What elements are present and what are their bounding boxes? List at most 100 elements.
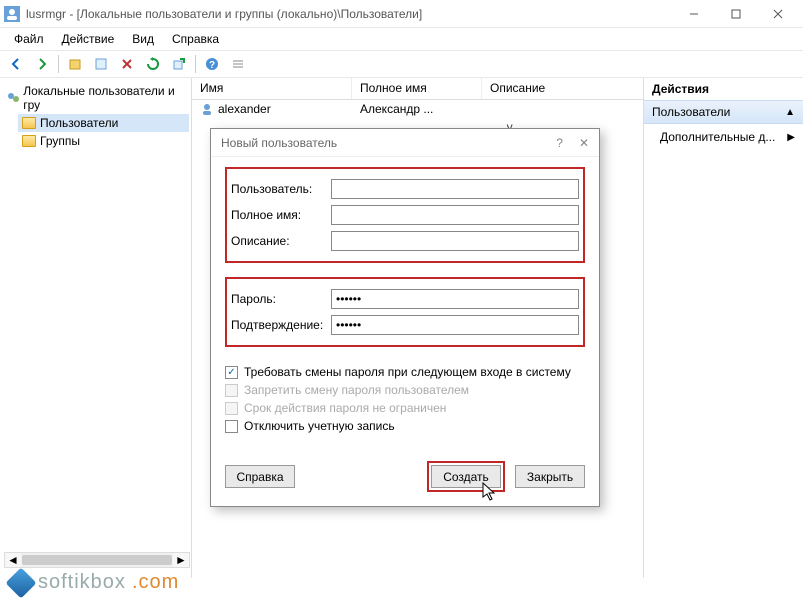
actions-section[interactable]: Пользователи ▲ [644, 100, 803, 124]
actions-more[interactable]: Дополнительные д... ▶ [644, 124, 803, 150]
menu-help[interactable]: Справка [164, 30, 227, 48]
menu-bar: Файл Действие Вид Справка [0, 28, 803, 50]
title-bar: lusrmgr - [Локальные пользователи и груп… [0, 0, 803, 28]
properties-button[interactable] [89, 52, 113, 76]
scroll-left-button[interactable]: ◄ [5, 553, 21, 567]
check-disable-account-label: Отключить учетную запись [244, 419, 395, 433]
properties-icon [94, 57, 108, 71]
col-name[interactable]: Имя [192, 78, 352, 99]
folder-icon [22, 135, 36, 147]
dialog-titlebar: Новый пользователь ? ✕ [211, 129, 599, 157]
back-icon [9, 57, 23, 71]
chevron-right-icon: ▶ [787, 132, 795, 143]
checkbox-icon [225, 402, 238, 415]
menu-action[interactable]: Действие [54, 30, 123, 48]
minimize-icon [689, 9, 699, 19]
name-fields-group: Пользователь: Полное имя: Описание: [225, 167, 585, 263]
close-button[interactable] [757, 1, 799, 27]
help-icon: ? [205, 57, 219, 71]
checkbox-icon [225, 384, 238, 397]
dialog-close-button[interactable]: ✕ [579, 136, 589, 150]
watermark-tld: .com [132, 571, 179, 594]
actions-pane: Действия Пользователи ▲ Дополнительные д… [643, 78, 803, 578]
users-groups-icon [6, 91, 19, 105]
col-description[interactable]: Описание [482, 78, 643, 99]
check-never-expires: Срок действия пароля не ограничен [225, 401, 585, 415]
dialog-help-button[interactable]: ? [556, 136, 563, 150]
list-icon [231, 57, 245, 71]
scroll-right-button[interactable]: ► [173, 553, 189, 567]
check-must-change-label: Требовать смены пароля при следующем вхо… [244, 365, 571, 379]
password-fields-group: Пароль: Подтверждение: [225, 277, 585, 347]
check-never-expires-label: Срок действия пароля не ограничен [244, 401, 446, 415]
tree-users[interactable]: Пользователи [18, 114, 189, 132]
help-button[interactable]: ? [200, 52, 224, 76]
horizontal-scrollbar[interactable]: ◄ ► [4, 552, 190, 568]
user-row[interactable]: alexander Александр ... [192, 100, 643, 118]
confirm-label: Подтверждение: [231, 318, 331, 332]
watermark-logo-icon [5, 567, 36, 598]
minimize-button[interactable] [673, 1, 715, 27]
user-icon [200, 102, 214, 116]
description-label: Описание: [231, 234, 331, 248]
check-disable-account[interactable]: Отключить учетную запись [225, 419, 585, 433]
confirm-input[interactable] [331, 315, 579, 335]
actions-section-label: Пользователи [652, 105, 730, 119]
dialog-body: Пользователь: Полное имя: Описание: Паро… [211, 157, 599, 451]
toolbar: ? [0, 50, 803, 78]
tree-root[interactable]: Локальные пользователи и гру [2, 82, 189, 114]
watermark: softikbox .com [10, 571, 179, 594]
password-label: Пароль: [231, 292, 331, 306]
checkbox-checked-icon: ✓ [225, 366, 238, 379]
new-button[interactable] [63, 52, 87, 76]
collapse-icon: ▲ [785, 107, 795, 118]
user-name: alexander [218, 102, 271, 116]
delete-icon [120, 57, 134, 71]
user-input[interactable] [331, 179, 579, 199]
app-icon [4, 6, 20, 22]
menu-view[interactable]: Вид [124, 30, 162, 48]
tree-groups-label: Группы [40, 134, 80, 148]
user-fullname: Александр ... [360, 102, 490, 116]
create-button[interactable]: Создать [431, 465, 501, 488]
fullname-input[interactable] [331, 205, 579, 225]
list-button[interactable] [226, 52, 250, 76]
close-dialog-button[interactable]: Закрыть [515, 465, 585, 488]
actions-more-label: Дополнительные д... [660, 130, 775, 144]
refresh-button[interactable] [141, 52, 165, 76]
refresh-icon [146, 57, 160, 71]
window-title: lusrmgr - [Локальные пользователи и груп… [26, 7, 422, 21]
tree-pane: Локальные пользователи и гру Пользовател… [0, 78, 192, 578]
dialog-title: Новый пользователь [221, 136, 337, 150]
menu-file[interactable]: Файл [6, 30, 52, 48]
folder-icon [22, 117, 36, 129]
new-icon [68, 57, 82, 71]
help-button[interactable]: Справка [225, 465, 295, 488]
tree-groups[interactable]: Группы [18, 132, 189, 150]
export-button[interactable] [167, 52, 191, 76]
export-icon [172, 57, 186, 71]
back-button[interactable] [4, 52, 28, 76]
delete-button[interactable] [115, 52, 139, 76]
svg-text:?: ? [209, 60, 215, 71]
check-cannot-change: Запретить смену пароля пользователем [225, 383, 585, 397]
scroll-thumb[interactable] [22, 555, 172, 565]
column-headers: Имя Полное имя Описание [192, 78, 643, 100]
description-input[interactable] [331, 231, 579, 251]
forward-button[interactable] [30, 52, 54, 76]
tree-users-label: Пользователи [40, 116, 118, 130]
tree-root-label: Локальные пользователи и гру [23, 84, 185, 112]
dialog-buttons: Справка Создать Закрыть [211, 451, 599, 506]
password-input[interactable] [331, 289, 579, 309]
new-user-dialog: Новый пользователь ? ✕ Пользователь: Пол… [210, 128, 600, 507]
window-controls [673, 1, 799, 27]
checkbox-icon [225, 420, 238, 433]
watermark-name: softikbox [38, 571, 126, 594]
user-label: Пользователь: [231, 182, 331, 196]
close-icon [773, 9, 783, 19]
maximize-button[interactable] [715, 1, 757, 27]
create-button-highlight: Создать [427, 461, 505, 492]
check-must-change[interactable]: ✓ Требовать смены пароля при следующем в… [225, 365, 585, 379]
actions-header: Действия [644, 78, 803, 100]
col-fullname[interactable]: Полное имя [352, 78, 482, 99]
